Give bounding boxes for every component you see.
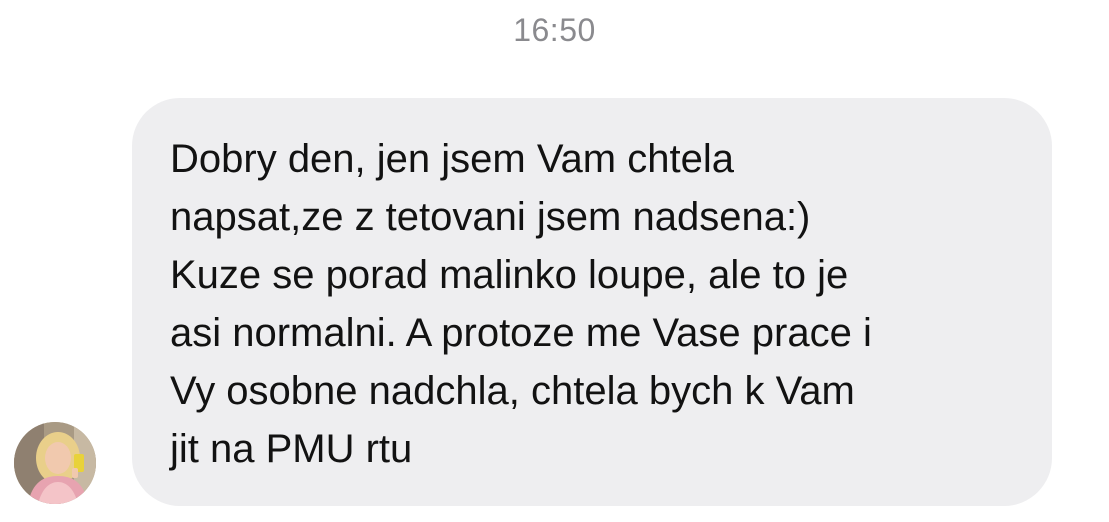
message-text: Dobry den, jen jsem Vam chtela napsat,ze… <box>170 137 872 471</box>
message-timestamp: 16:50 <box>513 12 596 48</box>
user-photo-avatar-icon <box>14 422 96 504</box>
sender-avatar[interactable] <box>14 422 96 504</box>
incoming-message-bubble[interactable]: Dobry den, jen jsem Vam chtela napsat,ze… <box>132 98 1052 506</box>
